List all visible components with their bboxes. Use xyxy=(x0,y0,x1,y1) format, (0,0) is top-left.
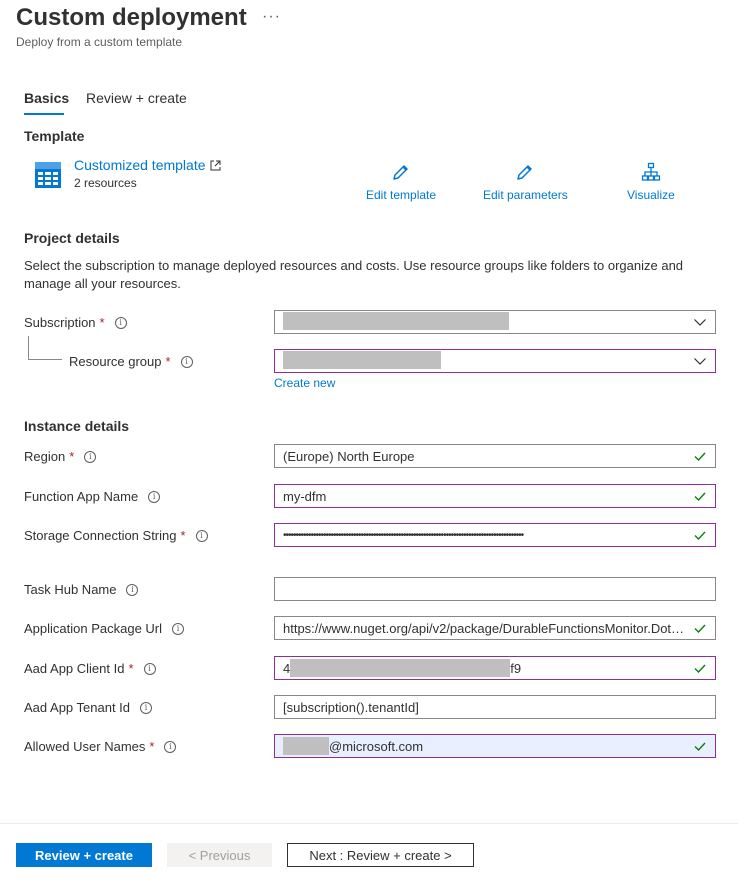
external-link-icon xyxy=(210,160,221,171)
chevron-down-icon xyxy=(694,358,706,365)
tab-basics[interactable]: Basics xyxy=(24,90,69,106)
aad-app-client-id-label: Aad App Client Id * i xyxy=(24,661,156,676)
subscription-dropdown[interactable] xyxy=(274,310,716,334)
subscription-label: Subscription * i xyxy=(24,315,127,330)
allowed-user-names-label: Allowed User Names * i xyxy=(24,739,177,754)
previous-button[interactable]: < Previous xyxy=(167,843,272,867)
edit-template-label: Edit template xyxy=(366,188,437,202)
info-icon[interactable]: i xyxy=(140,701,153,714)
tree-connector xyxy=(28,336,62,360)
info-icon[interactable]: i xyxy=(143,662,156,675)
client-id-suffix: f9 xyxy=(510,660,522,676)
edit-parameters-button[interactable]: Edit parameters xyxy=(483,162,568,202)
required-asterisk: * xyxy=(69,449,75,464)
pencil-icon xyxy=(393,165,408,180)
application-package-url-label: Application Package Url i xyxy=(24,621,185,636)
required-asterisk: * xyxy=(165,354,171,369)
info-icon[interactable]: i xyxy=(180,355,193,368)
tab-review-create[interactable]: Review + create xyxy=(86,90,187,106)
hierarchy-icon xyxy=(641,162,661,181)
task-hub-name-label: Task Hub Name i xyxy=(24,582,139,597)
region-value: (Europe) North Europe xyxy=(283,448,415,464)
region-dropdown[interactable]: (Europe) North Europe xyxy=(274,444,716,468)
project-details-heading: Project details xyxy=(24,230,120,246)
checkmark-icon xyxy=(694,531,706,541)
redacted-value xyxy=(283,350,441,369)
aad-app-client-id-input[interactable]: 4 f9 xyxy=(274,656,716,680)
template-name[interactable]: Customized template xyxy=(74,157,206,173)
storage-connection-string-value: ••••••••••••••••••••••••••••••••••••••••… xyxy=(283,529,524,541)
customized-template-link[interactable]: Customized template xyxy=(74,157,221,173)
client-id-prefix: 4 xyxy=(283,660,291,676)
checkmark-icon xyxy=(694,624,706,634)
footer-divider xyxy=(0,823,738,824)
edit-template-button[interactable]: Edit template xyxy=(366,162,436,202)
create-new-link[interactable]: Create new xyxy=(274,376,335,390)
redacted-value xyxy=(283,737,329,755)
next-button[interactable]: Next : Review + create > xyxy=(287,843,474,867)
storage-connection-string-input[interactable]: ••••••••••••••••••••••••••••••••••••••••… xyxy=(274,523,716,547)
function-app-name-input[interactable]: my-dfm xyxy=(274,484,716,508)
storage-connection-string-label: Storage Connection String * i xyxy=(24,528,208,543)
required-asterisk: * xyxy=(180,528,186,543)
info-icon[interactable]: i xyxy=(164,740,177,753)
review-create-button[interactable]: Review + create xyxy=(16,843,152,867)
visualize-button[interactable]: Visualize xyxy=(627,162,675,202)
info-icon[interactable]: i xyxy=(195,529,208,542)
function-app-name-label: Function App Name i xyxy=(24,489,161,504)
template-icon xyxy=(34,161,62,189)
more-options-icon[interactable]: ··· xyxy=(262,8,281,26)
visualize-label: Visualize xyxy=(627,188,675,202)
info-icon[interactable]: i xyxy=(114,316,127,329)
required-asterisk: * xyxy=(99,315,105,330)
region-label: Region * i xyxy=(24,449,97,464)
resource-group-dropdown[interactable] xyxy=(274,349,716,373)
checkmark-icon xyxy=(694,492,706,502)
resource-count: 2 resources xyxy=(74,176,137,190)
project-details-description: Select the subscription to manage deploy… xyxy=(24,258,684,291)
info-icon[interactable]: i xyxy=(84,450,97,463)
page-title: Custom deployment xyxy=(16,4,247,31)
required-asterisk: * xyxy=(128,661,134,676)
info-icon[interactable]: i xyxy=(172,622,185,635)
aad-app-tenant-id-value: [subscription().tenantId] xyxy=(283,699,419,715)
checkmark-icon xyxy=(694,452,706,462)
info-icon[interactable]: i xyxy=(126,583,139,596)
edit-parameters-label: Edit parameters xyxy=(483,188,568,202)
allowed-user-names-input[interactable]: @microsoft.com xyxy=(274,734,716,758)
allowed-user-names-domain: @microsoft.com xyxy=(329,738,424,754)
chevron-down-icon xyxy=(694,319,706,326)
template-heading: Template xyxy=(24,128,85,144)
application-package-url-input[interactable]: https://www.nuget.org/api/v2/package/Dur… xyxy=(274,616,716,640)
aad-app-tenant-id-label: Aad App Tenant Id i xyxy=(24,700,153,715)
pencil-icon xyxy=(517,165,533,180)
required-asterisk: * xyxy=(149,739,155,754)
page-subtitle: Deploy from a custom template xyxy=(16,35,183,49)
info-icon[interactable]: i xyxy=(148,490,161,503)
redacted-value xyxy=(290,659,511,677)
checkmark-icon xyxy=(694,664,706,674)
aad-app-tenant-id-input[interactable]: [subscription().tenantId] xyxy=(274,695,716,719)
instance-details-heading: Instance details xyxy=(24,418,130,434)
task-hub-name-input[interactable] xyxy=(274,577,716,601)
resource-group-label: Resource group * i xyxy=(69,354,193,369)
application-package-url-value: https://www.nuget.org/api/v2/package/Dur… xyxy=(283,620,687,636)
active-tab-indicator xyxy=(24,113,64,115)
function-app-name-value: my-dfm xyxy=(283,488,327,504)
checkmark-icon xyxy=(694,742,706,752)
redacted-value xyxy=(283,311,509,330)
